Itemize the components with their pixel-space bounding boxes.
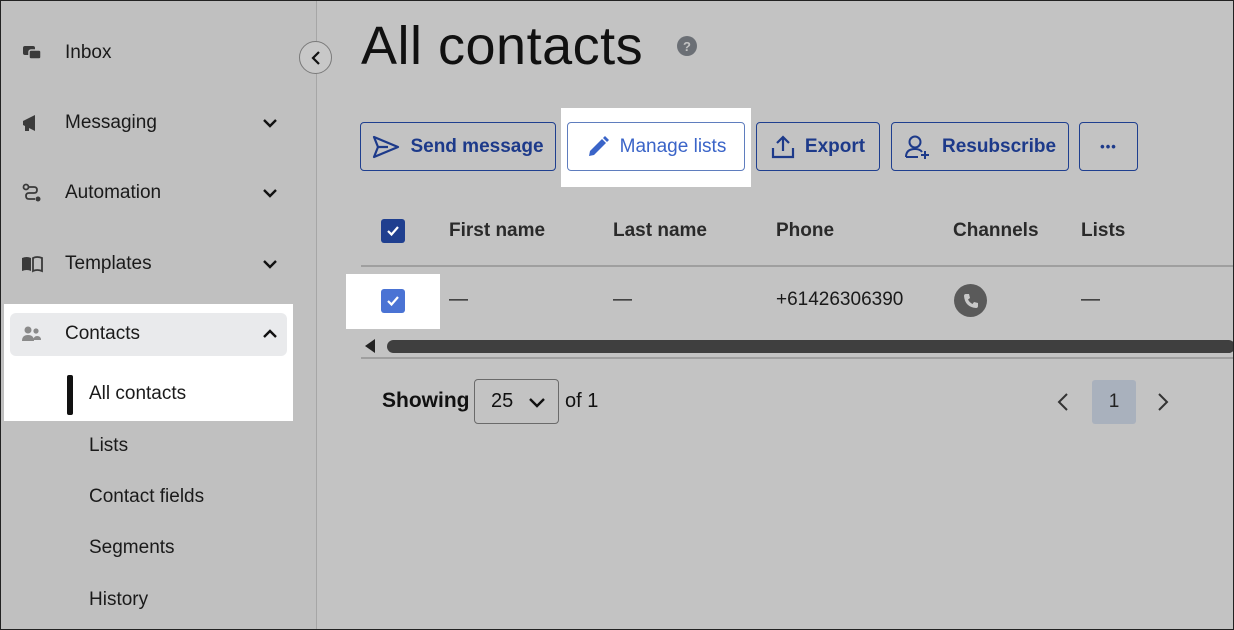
cell-phone: +61426306390 (776, 289, 904, 310)
sidebar-subitem-contact-fields[interactable]: Contact fields (89, 486, 204, 508)
app-window: Inbox Messaging Automation Templates Con… (0, 0, 1234, 630)
scrollbar-thumb[interactable] (387, 340, 1233, 353)
chevron-right-icon (1158, 393, 1169, 411)
check-icon (387, 296, 399, 307)
chevron-up-icon (259, 323, 281, 345)
check-icon (387, 226, 399, 237)
resubscribe-label: Resubscribe (941, 135, 1057, 157)
sidebar-item-label: Inbox (65, 42, 112, 63)
chevron-down-icon (259, 253, 281, 275)
page-number-current[interactable]: 1 (1092, 380, 1136, 424)
page-title: All contacts (361, 16, 644, 76)
chevron-down-icon (259, 112, 281, 134)
sidebar-item-inbox[interactable]: Inbox (1, 31, 301, 75)
previous-page-button[interactable] (1053, 390, 1073, 419)
column-header-lists[interactable]: Lists (1081, 220, 1125, 242)
megaphone-icon (21, 112, 43, 134)
showing-label: Showing (382, 389, 470, 412)
sidebar-item-label: Templates (65, 253, 152, 274)
cell-lists: — (1081, 289, 1100, 310)
page-count-text: of 1 (565, 390, 599, 412)
sidebar-subitem-segments[interactable]: Segments (89, 537, 175, 559)
chevron-down-icon (259, 182, 281, 204)
sidebar-item-automation[interactable]: Automation (1, 171, 301, 215)
column-header-first-name[interactable]: First name (449, 220, 545, 242)
sidebar-item-label: Contacts (65, 323, 140, 344)
scroll-left-arrow-icon[interactable] (365, 339, 375, 353)
send-message-label: Send message (410, 135, 544, 157)
row-checkbox[interactable] (381, 289, 405, 313)
more-icon: ••• (1100, 139, 1117, 154)
export-button[interactable]: Export (756, 122, 880, 171)
cell-last-name: — (613, 289, 632, 310)
resubscribe-button[interactable]: Resubscribe (891, 122, 1069, 171)
user-add-icon (904, 135, 929, 159)
column-header-channels[interactable]: Channels (953, 220, 1039, 242)
sidebar-item-templates[interactable]: Templates (1, 242, 301, 286)
sidebar-subitem-lists[interactable]: Lists (89, 435, 128, 457)
phone-icon (954, 284, 987, 317)
next-page-button[interactable] (1153, 390, 1173, 419)
manage-lists-button[interactable]: Manage lists (567, 122, 745, 171)
people-icon (21, 323, 43, 345)
manage-lists-label: Manage lists (619, 135, 727, 157)
table-bottom-divider (361, 357, 1233, 359)
chevron-left-icon (310, 50, 320, 65)
collapse-sidebar-button[interactable] (299, 41, 332, 74)
column-header-phone[interactable]: Phone (776, 220, 834, 242)
open-book-icon (21, 253, 43, 275)
send-message-button[interactable]: Send message (360, 122, 556, 171)
chevron-down-icon (529, 398, 545, 408)
help-icon[interactable]: ? (677, 36, 697, 56)
sidebar-subitem-history[interactable]: History (89, 589, 148, 611)
sidebar-item-messaging[interactable]: Messaging (1, 101, 301, 145)
send-icon (373, 135, 400, 158)
export-label: Export (804, 135, 866, 157)
sidebar-item-contacts[interactable]: Contacts (1, 312, 301, 356)
pencil-icon (588, 135, 609, 156)
active-indicator (67, 375, 73, 415)
sidebar: Inbox Messaging Automation Templates Con… (1, 1, 317, 629)
upload-icon (771, 134, 795, 158)
chat-bubbles-icon (21, 42, 43, 64)
cell-first-name: — (449, 289, 468, 310)
sidebar-item-label: Messaging (65, 112, 157, 133)
select-all-checkbox[interactable] (381, 219, 405, 243)
page-size-value: 25 (491, 390, 514, 412)
sidebar-subitem-all-contacts[interactable]: All contacts (89, 383, 186, 405)
chevron-left-icon (1057, 393, 1068, 411)
more-options-button[interactable]: ••• (1079, 122, 1138, 171)
column-header-last-name[interactable]: Last name (613, 220, 707, 242)
page-size-select[interactable]: 25 (474, 379, 559, 424)
sidebar-item-label: Automation (65, 182, 162, 203)
flow-icon (21, 182, 43, 204)
header-divider (361, 265, 1233, 267)
